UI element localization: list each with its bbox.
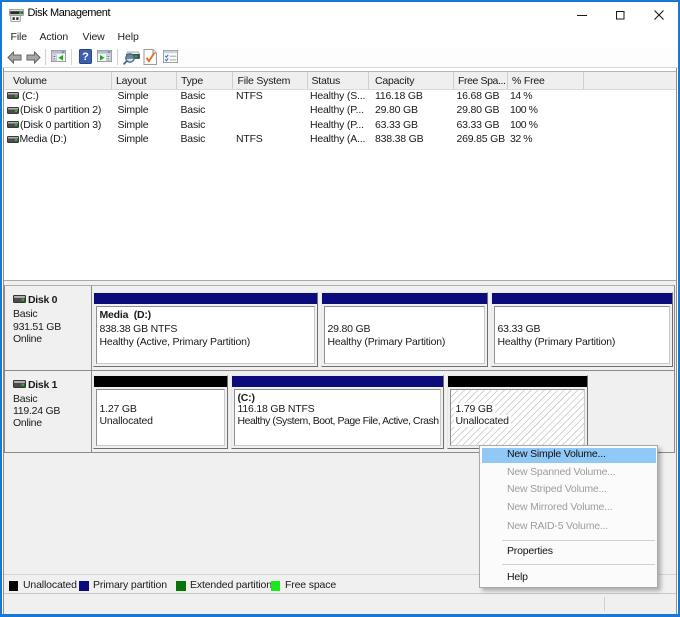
svg-text:?: ? <box>82 51 89 63</box>
